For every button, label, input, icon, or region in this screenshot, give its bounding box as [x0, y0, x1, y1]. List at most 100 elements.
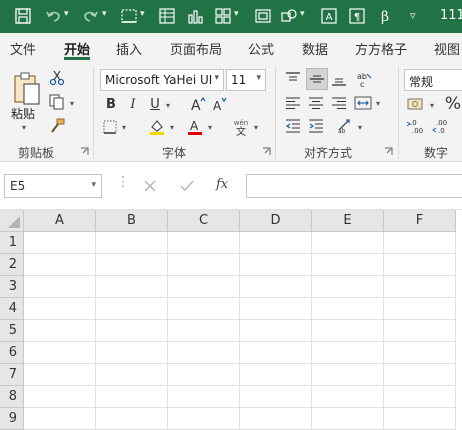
underline-button[interactable]: U [148, 95, 162, 113]
cell-f9[interactable] [384, 408, 456, 430]
layout-dropdown-icon[interactable]: ▾ [234, 9, 239, 19]
borders-icon[interactable] [120, 7, 138, 25]
font-launcher-icon[interactable] [262, 147, 271, 156]
cell-e2[interactable] [312, 254, 384, 276]
row-header-3[interactable]: 3 [0, 276, 24, 298]
accounting-format-icon[interactable] [406, 95, 426, 113]
cell-b8[interactable] [96, 386, 168, 408]
worksheet-grid[interactable]: ABCDEF 123456789 [0, 210, 462, 430]
paste-dropdown-icon[interactable]: ▾ [22, 123, 26, 132]
cell-f2[interactable] [384, 254, 456, 276]
cut-icon[interactable] [48, 69, 66, 87]
redo-icon[interactable] [82, 7, 100, 25]
cell-a4[interactable] [24, 298, 96, 320]
row-header-6[interactable]: 6 [0, 342, 24, 364]
cell-d6[interactable] [240, 342, 312, 364]
text-box-icon[interactable]: A [320, 7, 338, 25]
increase-indent-icon[interactable] [307, 117, 325, 135]
column-header-a[interactable]: A [24, 210, 96, 232]
cell-e1[interactable] [312, 232, 384, 254]
cell-c9[interactable] [168, 408, 240, 430]
accounting-dropdown-icon[interactable]: ▾ [430, 101, 434, 110]
chart-icon[interactable] [186, 7, 204, 25]
row-header-7[interactable]: 7 [0, 364, 24, 386]
cell-e5[interactable] [312, 320, 384, 342]
align-center-icon[interactable] [307, 94, 325, 112]
cell-a6[interactable] [24, 342, 96, 364]
cell-b3[interactable] [96, 276, 168, 298]
cancel-icon[interactable] [144, 180, 156, 192]
fill-color-icon[interactable] [148, 117, 166, 137]
tab-data[interactable]: 数据 [302, 39, 328, 58]
cell-d7[interactable] [240, 364, 312, 386]
copy-dropdown-icon[interactable]: ▾ [70, 99, 74, 108]
undo-icon[interactable] [44, 7, 62, 25]
cell-f7[interactable] [384, 364, 456, 386]
redo-dropdown-icon[interactable]: ▾ [102, 9, 107, 19]
shapes-dropdown-icon[interactable]: ▾ [300, 9, 305, 19]
cell-b1[interactable] [96, 232, 168, 254]
percent-button[interactable]: % [444, 94, 462, 114]
cell-e7[interactable] [312, 364, 384, 386]
tab-home[interactable]: 开始 [64, 39, 90, 58]
cell-d8[interactable] [240, 386, 312, 408]
insert-function-button[interactable]: fx [216, 177, 228, 192]
cell-c4[interactable] [168, 298, 240, 320]
cell-b2[interactable] [96, 254, 168, 276]
row-header-9[interactable]: 9 [0, 408, 24, 430]
shapes-icon[interactable] [280, 7, 298, 25]
cell-e8[interactable] [312, 386, 384, 408]
cell-d1[interactable] [240, 232, 312, 254]
save-icon[interactable] [14, 7, 32, 25]
bottom-align-icon[interactable] [330, 70, 348, 88]
wrap-text-icon[interactable]: ab [336, 117, 354, 135]
copy-icon[interactable] [48, 93, 66, 111]
row-header-1[interactable]: 1 [0, 232, 24, 254]
cell-c6[interactable] [168, 342, 240, 364]
column-header-e[interactable]: E [312, 210, 384, 232]
cell-d5[interactable] [240, 320, 312, 342]
tab-file[interactable]: 文件 [10, 39, 36, 58]
merge-center-icon[interactable] [353, 94, 373, 112]
enter-icon[interactable] [180, 180, 194, 192]
row-header-8[interactable]: 8 [0, 386, 24, 408]
cell-a7[interactable] [24, 364, 96, 386]
equation-icon[interactable]: β [376, 7, 394, 25]
top-align-icon[interactable] [284, 70, 302, 88]
number-format-dropdown[interactable]: 常规 [404, 69, 462, 91]
picture-icon[interactable] [254, 7, 272, 25]
cell-a9[interactable] [24, 408, 96, 430]
cell-b9[interactable] [96, 408, 168, 430]
fill-color-dropdown-icon[interactable]: ▾ [170, 123, 174, 132]
increase-font-size-icon[interactable]: A [190, 95, 206, 113]
cell-c7[interactable] [168, 364, 240, 386]
cell-e9[interactable] [312, 408, 384, 430]
font-color-dropdown-icon[interactable]: ▾ [208, 123, 212, 132]
layout-icon[interactable] [214, 7, 232, 25]
align-right-icon[interactable] [330, 94, 348, 112]
column-header-d[interactable]: D [240, 210, 312, 232]
border-icon[interactable] [102, 119, 118, 135]
cell-b7[interactable] [96, 364, 168, 386]
cell-e6[interactable] [312, 342, 384, 364]
cell-a1[interactable] [24, 232, 96, 254]
decrease-decimal-icon[interactable]: .00.0 [432, 117, 452, 135]
cell-b5[interactable] [96, 320, 168, 342]
align-left-icon[interactable] [284, 94, 302, 112]
format-painter-icon[interactable] [48, 117, 66, 135]
tab-view[interactable]: 视图 [434, 39, 460, 58]
cell-a8[interactable] [24, 386, 96, 408]
merge-dropdown-icon[interactable]: ▾ [376, 99, 380, 108]
customize-icon[interactable]: ▿ [410, 9, 416, 22]
name-box[interactable]: E5 ▾ [4, 174, 102, 198]
undo-dropdown-icon[interactable]: ▾ [64, 9, 69, 19]
cell-d4[interactable] [240, 298, 312, 320]
cell-c3[interactable] [168, 276, 240, 298]
phonetic-guide-icon[interactable]: wén 文 [230, 117, 252, 137]
cell-a5[interactable] [24, 320, 96, 342]
bold-button[interactable]: B [104, 95, 118, 113]
cell-e3[interactable] [312, 276, 384, 298]
cell-c5[interactable] [168, 320, 240, 342]
font-size-dropdown[interactable]: 11 ▾ [226, 69, 266, 91]
paste-label[interactable]: 粘贴 [11, 105, 35, 122]
